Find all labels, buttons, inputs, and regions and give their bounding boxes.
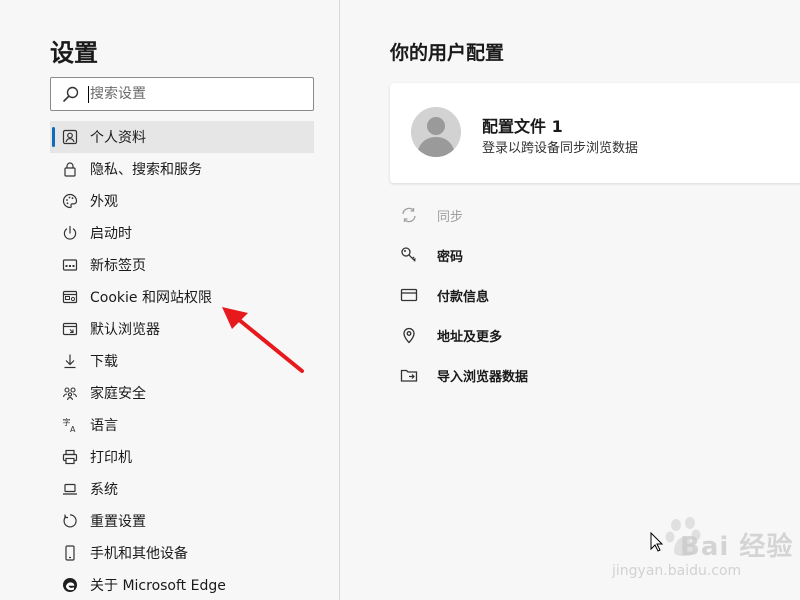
edge-logo-icon bbox=[62, 577, 78, 593]
option-payment[interactable]: 付款信息 bbox=[400, 275, 790, 315]
sidebar-item-reset[interactable]: 重置设置 bbox=[50, 505, 314, 537]
search-icon bbox=[63, 86, 79, 102]
option-addresses[interactable]: 地址及更多 bbox=[400, 315, 790, 355]
family-icon bbox=[62, 385, 78, 401]
sidebar-item-language[interactable]: 字A 语言 bbox=[50, 409, 314, 441]
main-panel: 你的用户配置 配置文件 1 登录以跨设备同步浏览数据 同步 密码 付款信息 地址… bbox=[341, 0, 800, 600]
sidebar-item-about[interactable]: 关于 Microsoft Edge bbox=[50, 569, 314, 600]
sidebar-item-label: 打印机 bbox=[90, 450, 132, 466]
option-label: 地址及更多 bbox=[437, 329, 503, 345]
option-label: 密码 bbox=[437, 249, 464, 265]
page-title: 你的用户配置 bbox=[390, 42, 505, 64]
sidebar-item-new-tab[interactable]: 新标签页 bbox=[50, 249, 314, 281]
sidebar-item-label: 系统 bbox=[90, 482, 118, 498]
sidebar-item-privacy[interactable]: 隐私、搜索和服务 bbox=[50, 153, 314, 185]
default-user-icon bbox=[411, 107, 461, 157]
sync-icon bbox=[400, 206, 418, 224]
settings-title: 设置 bbox=[50, 39, 98, 67]
option-label: 同步 bbox=[437, 209, 464, 225]
sidebar-item-profile[interactable]: 个人资料 bbox=[50, 121, 314, 153]
import-icon bbox=[400, 366, 418, 384]
sidebar-item-label: 隐私、搜索和服务 bbox=[90, 162, 202, 178]
sidebar-item-label: 家庭安全 bbox=[90, 386, 146, 402]
new-tab-icon bbox=[62, 257, 78, 273]
sidebar-item-label: 重置设置 bbox=[90, 514, 146, 530]
watermark-brand: Bai 经验 bbox=[680, 532, 794, 562]
download-icon bbox=[62, 353, 78, 369]
sidebar-item-devices[interactable]: 手机和其他设备 bbox=[50, 537, 314, 569]
sidebar-item-appearance[interactable]: 外观 bbox=[50, 185, 314, 217]
sidebar-item-label: 个人资料 bbox=[90, 130, 146, 146]
red-annotation-arrow-icon bbox=[222, 307, 304, 373]
svg-text:A: A bbox=[70, 425, 76, 433]
settings-sidebar: 设置 个人资料 隐私、搜索和服务 外观 bbox=[0, 0, 340, 600]
sidebar-item-label: 启动时 bbox=[90, 226, 132, 242]
sidebar-item-label: 新标签页 bbox=[90, 258, 146, 274]
power-icon bbox=[62, 225, 78, 241]
watermark-url: jingyan.baidu.com bbox=[612, 563, 742, 579]
sidebar-item-label: 下载 bbox=[90, 354, 118, 370]
lock-icon bbox=[62, 161, 78, 177]
sidebar-item-label: 外观 bbox=[90, 194, 118, 210]
printer-icon bbox=[62, 449, 78, 465]
option-sync: 同步 bbox=[400, 195, 790, 235]
sidebar-item-label: 语言 bbox=[90, 418, 118, 434]
key-icon bbox=[400, 246, 418, 264]
sidebar-item-label: 手机和其他设备 bbox=[90, 546, 188, 562]
avatar bbox=[411, 107, 461, 157]
sidebar-item-family[interactable]: 家庭安全 bbox=[50, 377, 314, 409]
text-caret bbox=[88, 85, 89, 103]
sidebar-item-label: 默认浏览器 bbox=[90, 322, 160, 338]
site-permissions-icon bbox=[62, 289, 78, 305]
phone-icon bbox=[62, 545, 78, 561]
sidebar-item-printer[interactable]: 打印机 bbox=[50, 441, 314, 473]
laptop-icon bbox=[62, 481, 78, 497]
location-icon bbox=[400, 326, 418, 344]
palette-icon bbox=[62, 193, 78, 209]
option-passwords[interactable]: 密码 bbox=[400, 235, 790, 275]
sidebar-item-system[interactable]: 系统 bbox=[50, 473, 314, 505]
profile-subtitle: 登录以跨设备同步浏览数据 bbox=[482, 141, 639, 156]
search-input[interactable] bbox=[90, 86, 290, 102]
profile-name: 配置文件 1 bbox=[482, 117, 563, 136]
option-import[interactable]: 导入浏览器数据 bbox=[400, 355, 790, 395]
option-label: 付款信息 bbox=[437, 289, 490, 305]
language-icon: 字A bbox=[62, 417, 78, 433]
profile-icon bbox=[62, 129, 78, 145]
reset-icon bbox=[62, 513, 78, 529]
option-label: 导入浏览器数据 bbox=[437, 369, 529, 385]
card-icon bbox=[400, 286, 418, 304]
sidebar-item-label: Cookie 和网站权限 bbox=[90, 290, 212, 306]
sidebar-item-startup[interactable]: 启动时 bbox=[50, 217, 314, 249]
sidebar-item-label: 关于 Microsoft Edge bbox=[90, 578, 226, 594]
default-browser-icon bbox=[62, 321, 78, 337]
search-box[interactable] bbox=[50, 77, 314, 111]
profile-card[interactable]: 配置文件 1 登录以跨设备同步浏览数据 bbox=[390, 83, 800, 183]
profile-options: 同步 密码 付款信息 地址及更多 导入浏览器数据 bbox=[400, 195, 790, 395]
